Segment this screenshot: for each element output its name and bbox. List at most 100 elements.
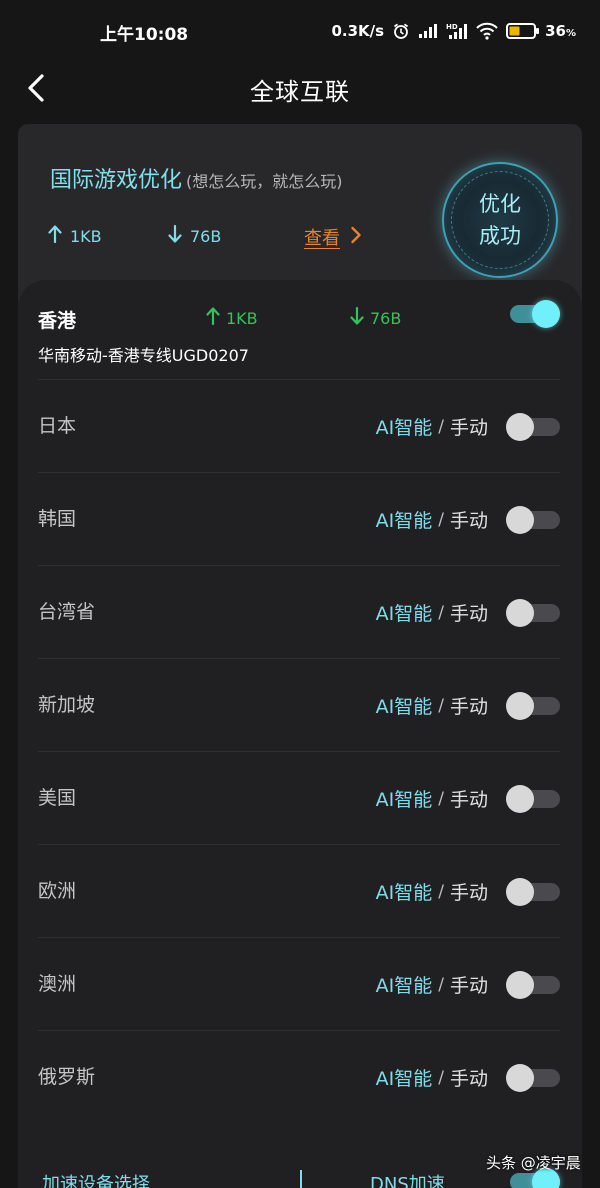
- mode-ai-option[interactable]: AI智能: [376, 599, 433, 626]
- arrow-down-icon: [168, 224, 182, 248]
- mode-selector: AI智能 / 手动: [376, 845, 488, 938]
- region-item-singapore: 新加坡 AI智能 / 手动: [38, 659, 560, 752]
- mode-separator: /: [438, 974, 444, 995]
- region-item-europe: 欧洲 AI智能 / 手动: [38, 845, 560, 938]
- hongkong-download-value: 76B: [370, 308, 402, 328]
- region-list: 香港 1KB 76B 华南移动-香港专线UGD0207 日本 AI智能 / 手动…: [18, 280, 582, 1188]
- battery-icon: [506, 22, 540, 40]
- battery-level: 36: [545, 22, 566, 40]
- region-item-russia: 俄罗斯 AI智能 / 手动: [38, 1031, 560, 1124]
- optimization-download-value: 76B: [190, 226, 222, 246]
- hd-signal-icon: HD: [446, 22, 468, 40]
- status-bar: 上午10:08 0.3K/s HD 36%: [0, 0, 600, 62]
- hongkong-toggle[interactable]: [506, 298, 560, 330]
- region-item-usa: 美国 AI智能 / 手动: [38, 752, 560, 845]
- region-toggle[interactable]: [506, 690, 560, 722]
- region-item-japan: 日本 AI智能 / 手动: [38, 380, 560, 473]
- mode-separator: /: [438, 695, 444, 716]
- region-toggle[interactable]: [506, 411, 560, 443]
- view-details-label: 查看: [304, 228, 340, 249]
- mode-selector: AI智能 / 手动: [376, 473, 488, 566]
- hongkong-download: 76B: [350, 306, 401, 330]
- dns-label: DNS加速: [370, 1174, 445, 1188]
- mode-selector: AI智能 / 手动: [376, 1031, 488, 1124]
- battery-unit: %: [565, 28, 576, 39]
- region-toggle[interactable]: [506, 1062, 560, 1094]
- region-name: 美国: [38, 787, 77, 809]
- mode-separator: /: [438, 788, 444, 809]
- mode-selector: AI智能 / 手动: [376, 752, 488, 845]
- mode-manual-option[interactable]: 手动: [450, 599, 488, 626]
- mode-separator: /: [438, 881, 444, 902]
- arrow-down-icon: [350, 306, 364, 330]
- region-toggle[interactable]: [506, 876, 560, 908]
- region-item-hongkong: 香港 1KB 76B 华南移动-香港专线UGD0207: [38, 280, 560, 380]
- region-toggle[interactable]: [506, 597, 560, 629]
- region-toggle[interactable]: [506, 504, 560, 536]
- hongkong-line-name: 华南移动-香港专线UGD0207: [38, 346, 249, 365]
- optimization-status-badge: 优化成功: [442, 162, 558, 278]
- region-name: 台湾省: [38, 601, 96, 623]
- mode-selector: AI智能 / 手动: [376, 659, 488, 752]
- battery-indicator: 36%: [506, 22, 576, 40]
- mode-ai-option[interactable]: AI智能: [376, 413, 433, 440]
- hongkong-upload-value: 1KB: [226, 308, 258, 328]
- mode-selector: AI智能 / 手动: [376, 566, 488, 659]
- mode-ai-option[interactable]: AI智能: [376, 1064, 433, 1091]
- mode-selector: AI智能 / 手动: [376, 380, 488, 473]
- optimization-title: 国际游戏优化: [50, 168, 183, 193]
- mode-manual-option[interactable]: 手动: [450, 506, 488, 533]
- mode-ai-option[interactable]: AI智能: [376, 878, 433, 905]
- network-speed: 0.3K/s: [331, 22, 385, 40]
- optimization-heading: 国际游戏优化 (想怎么玩，就怎么玩): [50, 162, 343, 194]
- region-name: 俄罗斯: [38, 1066, 96, 1088]
- arrow-up-icon: [48, 224, 62, 248]
- mode-manual-option[interactable]: 手动: [450, 971, 488, 998]
- hongkong-upload: 1KB: [206, 306, 258, 330]
- app-screen: 上午10:08 0.3K/s HD 36% 全球互联 国际游戏优化 (想怎么玩，…: [0, 0, 600, 1188]
- mode-manual-option[interactable]: 手动: [450, 878, 488, 905]
- mode-manual-option[interactable]: 手动: [450, 1064, 488, 1091]
- region-toggle[interactable]: [506, 783, 560, 815]
- mode-separator: /: [438, 416, 444, 437]
- region-name: 欧洲: [38, 880, 77, 902]
- mode-separator: /: [438, 1067, 444, 1088]
- status-icons: 0.3K/s HD 36%: [331, 18, 576, 44]
- wifi-icon: [476, 22, 498, 40]
- region-name: 新加坡: [38, 694, 96, 716]
- mode-ai-option[interactable]: AI智能: [376, 971, 433, 998]
- device-select-button[interactable]: 加速设备选择: [42, 1170, 150, 1188]
- region-name: 澳洲: [38, 973, 77, 995]
- watermark: 头条 @凌宇晨: [486, 1154, 581, 1172]
- region-name: 香港: [38, 310, 77, 332]
- svg-text:HD: HD: [446, 23, 458, 31]
- signal-icon: [418, 23, 438, 39]
- view-details-link[interactable]: 查看: [304, 224, 362, 250]
- optimization-upload-value: 1KB: [70, 226, 102, 246]
- mode-ai-option[interactable]: AI智能: [376, 506, 433, 533]
- page-title: 全球互联: [250, 78, 350, 106]
- region-item-taiwan: 台湾省 AI智能 / 手动: [38, 566, 560, 659]
- mode-ai-option[interactable]: AI智能: [376, 785, 433, 812]
- region-name: 韩国: [38, 508, 77, 530]
- optimization-subtitle: (想怎么玩，就怎么玩): [186, 172, 343, 191]
- region-name: 日本: [38, 415, 77, 437]
- mode-selector: AI智能 / 手动: [376, 938, 488, 1031]
- mode-manual-option[interactable]: 手动: [450, 785, 488, 812]
- region-item-korea: 韩国 AI智能 / 手动: [38, 473, 560, 566]
- footer-divider: [300, 1170, 302, 1188]
- chevron-right-icon: [350, 226, 362, 248]
- header: 全球互联: [0, 62, 600, 112]
- status-time: 上午10:08: [100, 25, 189, 45]
- optimization-upload: 1KB: [48, 224, 102, 248]
- main-panel: 国际游戏优化 (想怎么玩，就怎么玩) 1KB 76B 查看 优化成功 香港 1K…: [18, 124, 582, 1188]
- mode-separator: /: [438, 602, 444, 623]
- mode-manual-option[interactable]: 手动: [450, 692, 488, 719]
- optimization-download: 76B: [168, 224, 221, 248]
- arrow-up-icon: [206, 306, 220, 330]
- region-toggle[interactable]: [506, 969, 560, 1001]
- mode-ai-option[interactable]: AI智能: [376, 692, 433, 719]
- mode-separator: /: [438, 509, 444, 530]
- alarm-icon: [392, 22, 410, 40]
- mode-manual-option[interactable]: 手动: [450, 413, 488, 440]
